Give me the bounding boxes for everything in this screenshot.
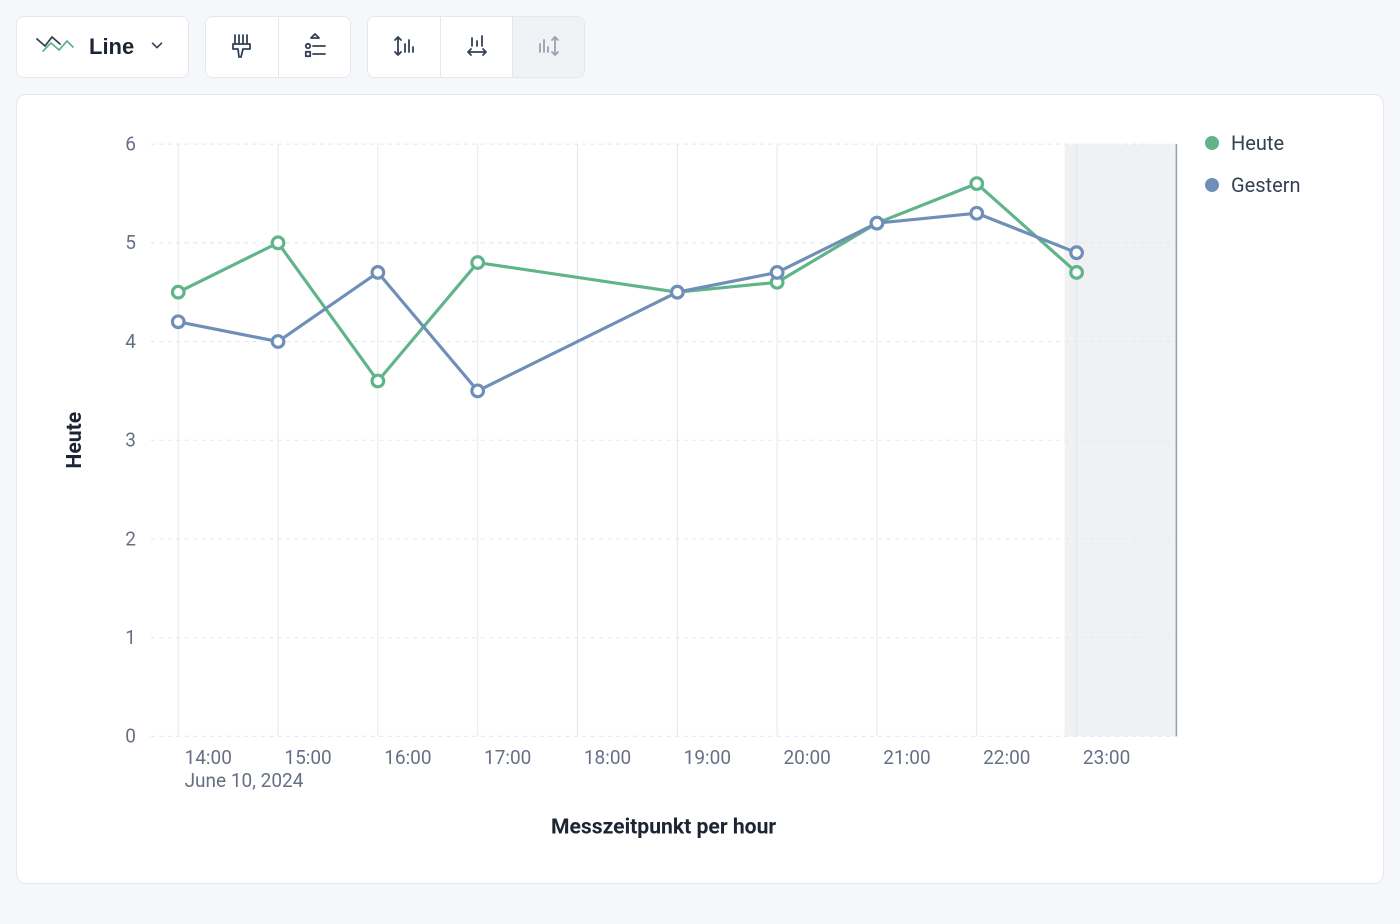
svg-text:4: 4 — [125, 330, 136, 353]
horizontal-axis-icon — [463, 32, 491, 63]
right-axis-button — [512, 17, 584, 77]
vertical-axis-right-icon — [535, 32, 563, 63]
svg-text:0: 0 — [125, 725, 136, 748]
svg-text:16:00: 16:00 — [384, 746, 431, 769]
chevron-down-icon — [148, 34, 166, 60]
left-axis-button[interactable] — [368, 17, 440, 77]
svg-text:17:00: 17:00 — [484, 746, 531, 769]
legend-label-heute: Heute — [1231, 131, 1284, 155]
svg-text:Heute: Heute — [62, 412, 87, 469]
legend-dot-heute — [1205, 136, 1219, 150]
svg-text:23:00: 23:00 — [1083, 746, 1130, 769]
legend-label-gestern: Gestern — [1231, 173, 1301, 197]
toolbar: Line — [16, 16, 1384, 78]
svg-text:21:00: 21:00 — [883, 746, 930, 769]
svg-text:19:00: 19:00 — [684, 746, 731, 769]
svg-text:20:00: 20:00 — [783, 746, 830, 769]
legend: Heute Gestern — [1205, 123, 1355, 863]
legend-item-heute[interactable]: Heute — [1205, 131, 1355, 155]
svg-text:18:00: 18:00 — [584, 746, 631, 769]
legend-options-button[interactable] — [278, 17, 350, 77]
svg-text:15:00: 15:00 — [284, 746, 331, 769]
style-controls — [205, 16, 351, 78]
chart-plot-area[interactable]: 0 1 2 3 4 5 6 14:00 15:00 16:00 17:00 18:00 19:00 20:… — [45, 123, 1187, 863]
svg-text:2: 2 — [125, 527, 136, 550]
legend-dot-gestern — [1205, 178, 1219, 192]
svg-text:22:00: 22:00 — [983, 746, 1030, 769]
brush-icon — [228, 32, 256, 63]
line-chart-icon — [35, 31, 75, 63]
legend-list-icon — [301, 32, 329, 63]
svg-text:June 10, 2024: June 10, 2024 — [185, 769, 304, 792]
chart-type-picker: Line — [16, 16, 189, 78]
axis-controls — [367, 16, 585, 78]
style-brush-button[interactable] — [206, 17, 278, 77]
svg-text:1: 1 — [125, 626, 136, 649]
chart-type-button[interactable]: Line — [17, 17, 188, 77]
svg-text:6: 6 — [125, 132, 136, 155]
vertical-axis-left-icon — [390, 32, 418, 63]
legend-item-gestern[interactable]: Gestern — [1205, 173, 1355, 197]
svg-text:3: 3 — [125, 429, 136, 452]
chart-type-label: Line — [89, 34, 134, 60]
bottom-axis-button[interactable] — [440, 17, 512, 77]
svg-text:14:00: 14:00 — [185, 746, 232, 769]
svg-text:Messzeitpunkt per hour: Messzeitpunkt per hour — [551, 815, 776, 840]
chart-card: 0 1 2 3 4 5 6 14:00 15:00 16:00 17:00 18:00 19:00 20:… — [16, 94, 1384, 884]
svg-text:5: 5 — [125, 231, 136, 254]
